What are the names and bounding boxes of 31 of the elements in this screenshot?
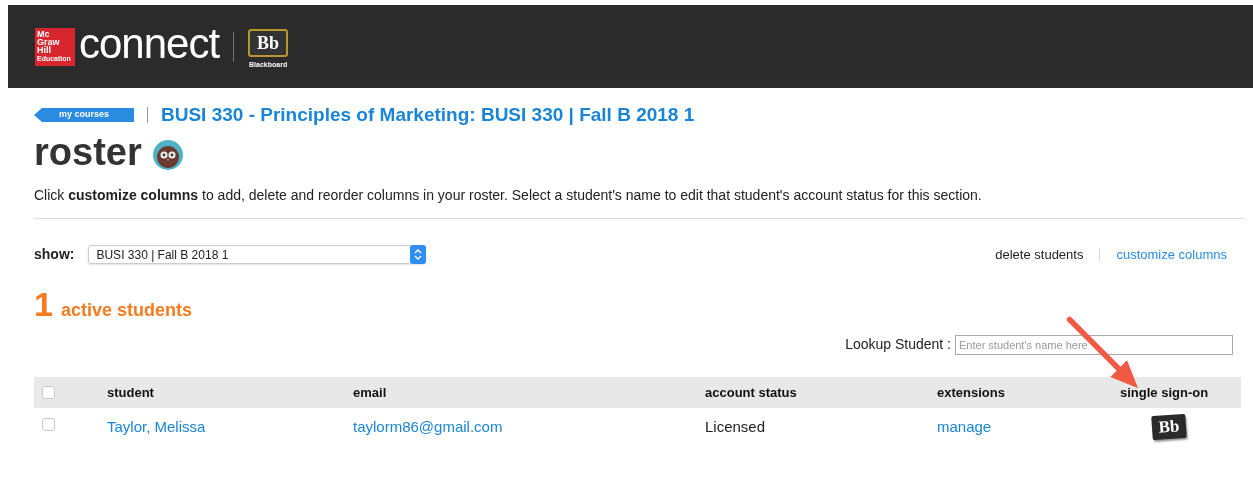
- student-count-label: active students: [60, 299, 192, 322]
- page-title: roster: [34, 130, 142, 174]
- publisher-logo-text: Hill: [37, 46, 51, 54]
- customize-link[interactable]: customize columns: [1116, 244, 1227, 265]
- table-cell: Licensed: [705, 417, 766, 435]
- column-header: account status: [705, 384, 797, 400]
- manage-link[interactable]: manage: [937, 417, 992, 435]
- column-header: single sign-on: [1120, 384, 1209, 400]
- show-label: show:: [34, 245, 75, 264]
- publisher-logo-text: Graw: [37, 38, 61, 46]
- publisher-logo-text: Mc: [37, 30, 51, 38]
- my-courses-link[interactable]: my courses: [34, 108, 134, 122]
- lookup-label: Lookup Student :: [845, 335, 951, 354]
- partner-badge: Bb: [248, 28, 289, 57]
- student-name-link[interactable]: Taylor, Melissa: [107, 417, 206, 435]
- email-link[interactable]: taylorm86@gmail.com: [353, 417, 503, 435]
- checkbox[interactable]: [42, 386, 55, 399]
- section-select[interactable]: BUSI 330 | Fall B 2018 1: [88, 245, 427, 264]
- instructions-text: Click customize columns to add, delete and reorder columns in your roster. Select a student's name to edit that student's account status for this section.: [34, 186, 983, 205]
- course-title-link[interactable]: BUSI 330 - Principles of Marketing: BUSI 330 | Fall B 2018 1: [161, 100, 695, 130]
- checkbox[interactable]: [42, 417, 55, 431]
- sign-on-button[interactable]: Bb: [1151, 413, 1187, 441]
- student-count: 1: [34, 284, 53, 324]
- stepper-icon: [410, 245, 427, 264]
- owl-icon: [151, 139, 184, 171]
- column-header: email: [353, 384, 387, 400]
- product-logo-text: connect: [79, 22, 220, 65]
- column-header: extensions: [937, 384, 1005, 400]
- column-header: student: [107, 384, 154, 400]
- lookup-field[interactable]: Enter student's name here: [955, 334, 1233, 355]
- action-link[interactable]: delete students: [995, 244, 1084, 265]
